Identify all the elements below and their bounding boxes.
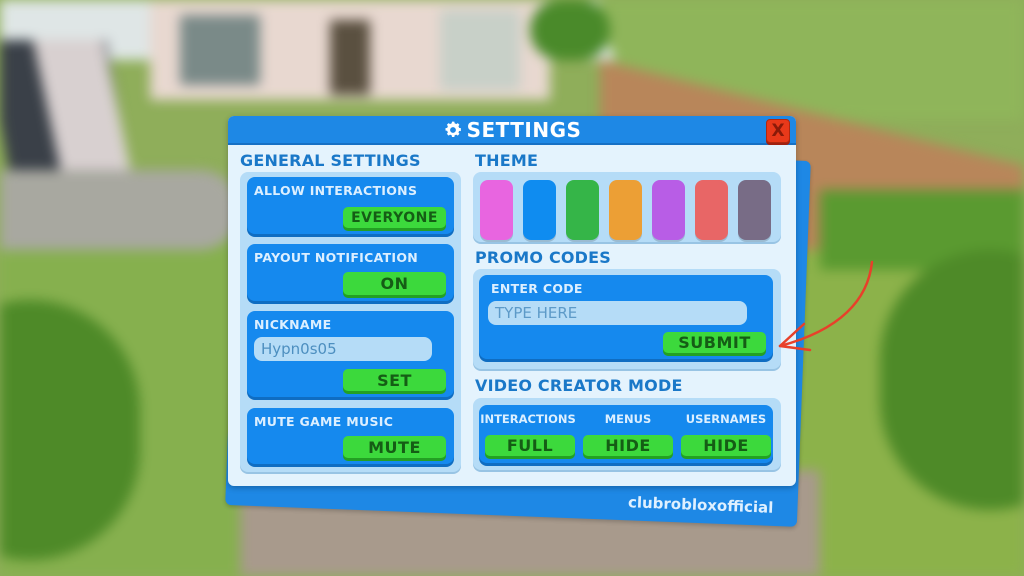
theme-swatch-red[interactable] [695,180,728,240]
promo-codes-panel: ENTER CODE TYPE HERE SUBMIT [473,269,781,369]
close-icon: X [771,121,785,141]
close-button[interactable]: X [766,119,790,143]
general-settings-title: GENERAL SETTINGS [240,151,421,170]
video-creator-panel: INTERACTIONS FULL MENUS HIDE USERNAMES HIDE [473,398,781,470]
nickname-card: NICKNAME Hypn0s05 SET [247,311,454,397]
allow-interactions-label: ALLOW INTERACTIONS [254,183,418,198]
house-door [330,20,370,95]
theme-swatch-orange[interactable] [609,180,642,240]
video-creator-title: VIDEO CREATOR MODE [475,376,683,395]
house-window [440,10,520,90]
theme-swatch-blue[interactable] [523,180,556,240]
theme-swatch-pink[interactable] [480,180,513,240]
house-window [180,15,260,85]
mute-music-label: MUTE GAME MUSIC [254,414,394,429]
allow-interactions-card: ALLOW INTERACTIONS EVERYONE [247,177,454,234]
nickname-input[interactable]: Hypn0s05 [254,337,432,361]
video-creator-label-usernames: USERNAMES [685,412,767,426]
video-creator-label-interactions: INTERACTIONS [480,412,576,426]
video-creator-usernames-button[interactable]: HIDE [681,435,771,456]
enter-code-card: ENTER CODE TYPE HERE SUBMIT [479,275,773,359]
mute-music-card: MUTE GAME MUSIC MUTE [247,408,454,464]
general-settings-panel: ALLOW INTERACTIONS EVERYONE PAYOUT NOTIF… [240,172,461,472]
title-bar: SETTINGS X [228,116,796,145]
theme-swatch-green[interactable] [566,180,599,240]
set-nickname-button[interactable]: SET [343,369,446,391]
video-creator-card: INTERACTIONS FULL MENUS HIDE USERNAMES HIDE [479,405,773,463]
promo-codes-title: PROMO CODES [475,248,612,267]
payout-notification-card: PAYOUT NOTIFICATION ON [247,244,454,301]
payout-notification-label: PAYOUT NOTIFICATION [254,250,419,265]
gear-icon [445,121,461,137]
path [0,170,240,250]
tree [530,0,610,60]
settings-window: SETTINGS X GENERAL SETTINGS ALLOW INTERA… [228,116,796,486]
payout-notification-toggle[interactable]: ON [343,272,446,295]
mute-music-button[interactable]: MUTE [343,436,446,458]
video-creator-menus-button[interactable]: HIDE [583,435,673,456]
video-creator-label-menus: MENUS [604,412,652,426]
theme-swatch-slate[interactable] [738,180,771,240]
theme-panel [473,172,781,242]
annotation-arrow-icon [778,260,874,352]
nickname-label: NICKNAME [254,317,332,332]
theme-swatch-purple[interactable] [652,180,685,240]
window-title: SETTINGS [466,117,582,142]
submit-code-button[interactable]: SUBMIT [663,332,766,353]
promo-code-input[interactable]: TYPE HERE [488,301,747,325]
enter-code-label: ENTER CODE [491,281,583,296]
video-creator-interactions-button[interactable]: FULL [485,435,575,456]
allow-interactions-button[interactable]: EVERYONE [343,207,446,228]
theme-title: THEME [475,151,539,170]
